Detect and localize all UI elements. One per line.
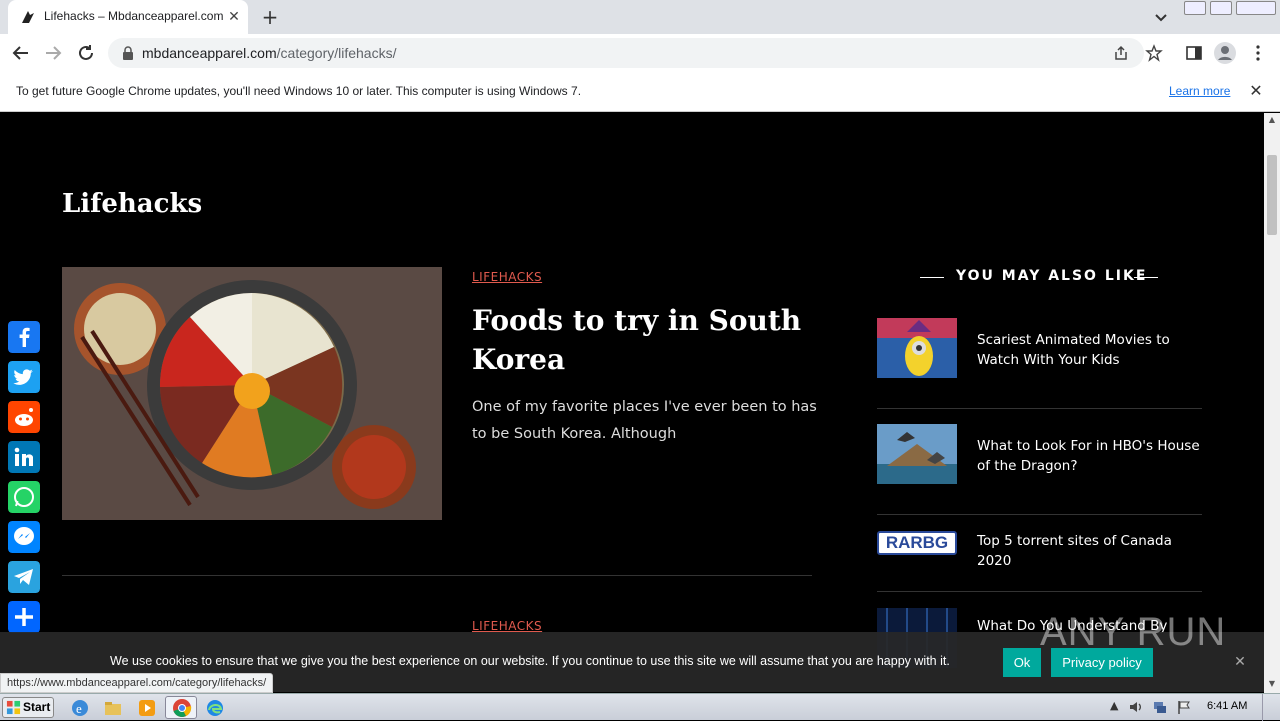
article-title-link[interactable]: Foods to try in South Korea <box>472 301 802 379</box>
page-title: Lifehacks <box>62 189 203 219</box>
update-infobar: To get future Google Chrome updates, you… <box>0 72 1280 112</box>
file-explorer-icon[interactable] <box>103 698 123 718</box>
url-path: /category/lifehacks/ <box>276 45 397 61</box>
linkedin-share-icon[interactable] <box>8 441 40 473</box>
twitter-share-icon[interactable] <box>8 361 40 393</box>
article-category-link[interactable]: LIFEHACKS <box>472 270 542 284</box>
sidebar-post-title[interactable]: Scariest Animated Movies to Watch With Y… <box>977 330 1202 370</box>
tab-title: Lifehacks – Mbdanceapparel.com <box>44 9 224 23</box>
infobar-close-icon[interactable]: ✕ <box>1247 82 1265 100</box>
forward-arrow-icon[interactable] <box>42 42 64 64</box>
learn-more-link[interactable]: Learn more <box>1169 84 1230 98</box>
sidebar-divider <box>877 408 1202 409</box>
whatsapp-share-icon[interactable] <box>8 481 40 513</box>
volume-icon[interactable] <box>1128 699 1144 715</box>
side-panel-icon[interactable] <box>1185 44 1203 62</box>
heading-rule-right <box>1134 277 1158 278</box>
page-scrollbar[interactable]: ▲ ▼ <box>1264 113 1280 693</box>
chrome-icon <box>173 699 192 717</box>
heading-rule-left <box>920 277 944 278</box>
post-thumbnail-rarbg-logo: RARBG <box>877 531 957 555</box>
profile-avatar-icon[interactable] <box>1213 41 1237 65</box>
url-text: mbdanceapparel.com/category/lifehacks/ <box>142 45 396 61</box>
action-center-flag-icon[interactable] <box>1176 699 1192 715</box>
telegram-share-icon[interactable] <box>8 561 40 593</box>
sidebar-post[interactable]: RARBG Top 5 torrent sites of Canada 2020 <box>877 531 1202 581</box>
show-desktop-button[interactable] <box>1262 694 1280 721</box>
sidebar-post[interactable]: What to Look For in HBO's House of the D… <box>877 424 1202 484</box>
status-bar-url: https://www.mbdanceapparel.com/category/… <box>0 673 274 693</box>
cookie-message: We use cookies to ensure that we give yo… <box>110 654 950 668</box>
scroll-up-arrow-icon[interactable]: ▲ <box>1267 115 1277 125</box>
sidebar-post-title[interactable]: Top 5 torrent sites of Canada 2020 <box>977 531 1202 571</box>
start-button[interactable]: Start <box>2 697 54 718</box>
address-bar[interactable]: mbdanceapparel.com/category/lifehacks/ <box>108 38 1144 68</box>
post-thumbnail-dragon <box>877 424 957 484</box>
facebook-share-icon[interactable] <box>8 321 40 353</box>
restore-button[interactable] <box>1210 1 1232 15</box>
article-excerpt: One of my favorite places I've ever been… <box>472 399 817 442</box>
sidebar-post[interactable]: Scariest Animated Movies to Watch With Y… <box>877 318 1202 378</box>
minimize-button[interactable] <box>1184 1 1206 15</box>
menu-kebab-icon[interactable] <box>1252 43 1264 63</box>
sidebar-divider <box>877 591 1202 592</box>
scroll-thumb[interactable] <box>1267 155 1277 235</box>
scroll-down-arrow-icon[interactable]: ▼ <box>1267 679 1277 689</box>
anyrun-watermark: ANY RUN <box>1040 610 1227 654</box>
sidebar-title: YOU MAY ALSO LIKE <box>956 268 1148 284</box>
site-favicon-icon <box>22 11 34 23</box>
article-divider <box>62 575 812 576</box>
infobar-message: To get future Google Chrome updates, you… <box>16 84 582 98</box>
share-page-icon[interactable] <box>1113 45 1129 61</box>
network-icon[interactable] <box>1152 699 1168 715</box>
url-host: mbdanceapparel.com <box>142 45 277 61</box>
reddit-share-icon[interactable] <box>8 401 40 433</box>
reload-icon[interactable] <box>75 42 97 64</box>
sidebar-divider <box>877 514 1202 515</box>
edge-icon[interactable] <box>205 698 225 718</box>
sidebar-post-title[interactable]: What to Look For in HBO's House of the D… <box>977 436 1202 476</box>
post-thumbnail-minion <box>877 318 957 378</box>
chrome-taskbar-button[interactable] <box>165 696 197 719</box>
tab-close-icon[interactable]: ✕ <box>224 7 244 27</box>
new-tab-button[interactable]: + <box>258 5 282 29</box>
article-image-bibimbap[interactable] <box>62 267 442 520</box>
share-plus-icon[interactable] <box>8 601 40 633</box>
windows-logo-icon <box>6 700 21 715</box>
cookie-close-icon[interactable]: ✕ <box>1232 654 1248 670</box>
windows-taskbar: Start e ▲ 6:41 AM <box>0 693 1280 721</box>
back-arrow-icon[interactable] <box>10 42 32 64</box>
internet-explorer-icon[interactable]: e <box>70 698 90 718</box>
bookmark-star-icon[interactable] <box>1145 44 1163 62</box>
lock-icon[interactable] <box>122 46 134 60</box>
cookie-ok-button[interactable]: Ok <box>1003 648 1041 677</box>
browser-tab[interactable]: Lifehacks – Mbdanceapparel.com ✕ <box>8 0 248 34</box>
media-player-icon[interactable] <box>137 698 157 718</box>
tab-strip: Lifehacks – Mbdanceapparel.com ✕ + <box>0 0 1280 34</box>
close-window-button[interactable] <box>1236 1 1276 15</box>
messenger-share-icon[interactable] <box>8 521 40 553</box>
browser-toolbar: mbdanceapparel.com/category/lifehacks/ <box>0 34 1280 72</box>
svg-text:e: e <box>76 701 82 716</box>
page-content: Lifehacks LIFEHACKS Foods to try in Sout… <box>0 113 1264 693</box>
tab-search-chevron-icon[interactable] <box>1150 7 1172 27</box>
article-category-link[interactable]: LIFEHACKS <box>472 619 542 633</box>
start-label: Start <box>23 700 51 714</box>
taskbar-clock: 6:41 AM <box>1207 700 1248 712</box>
tray-expand-icon[interactable]: ▲ <box>1110 699 1118 712</box>
sidebar-heading: YOU MAY ALSO LIKE <box>920 268 1160 288</box>
